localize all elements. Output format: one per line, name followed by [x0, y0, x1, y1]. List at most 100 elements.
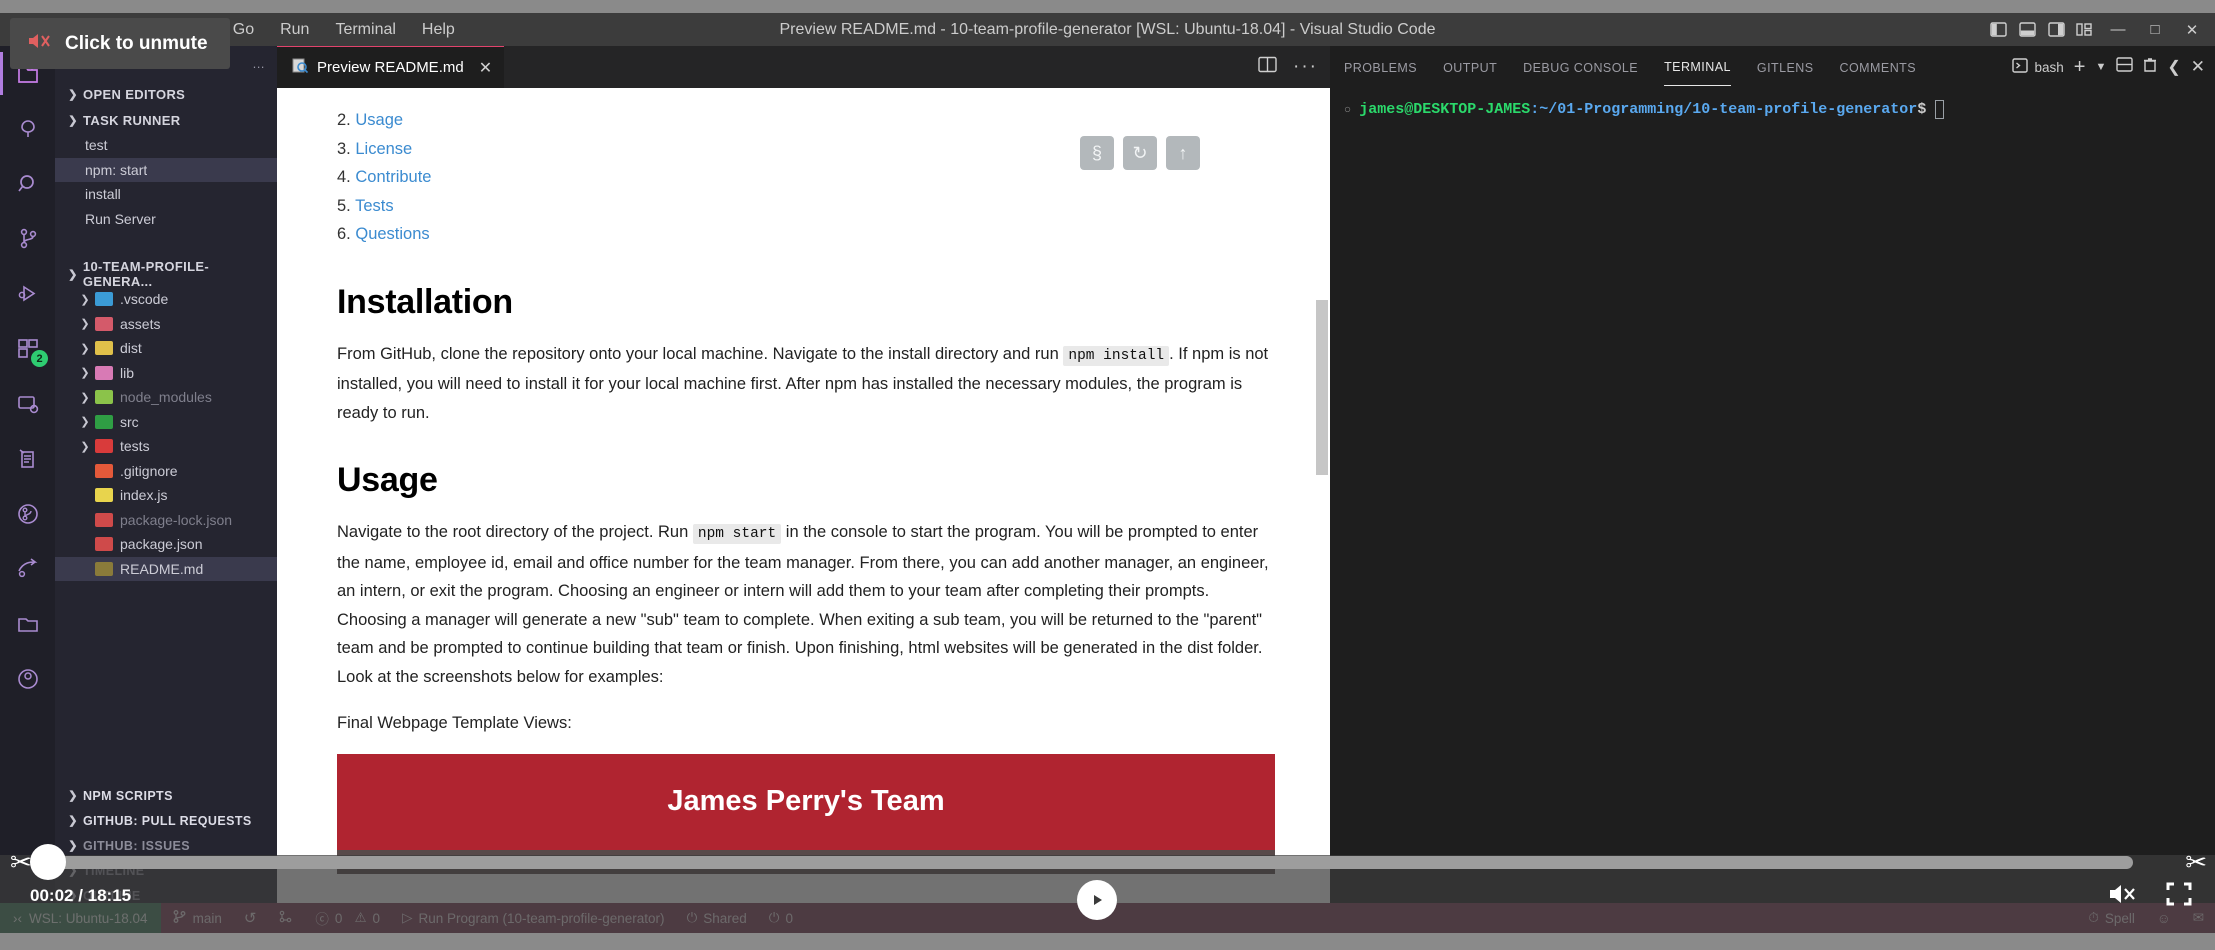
panel-tab-gitlens[interactable]: GITLENS	[1757, 49, 1814, 86]
trim-end-scissors-icon[interactable]: ✂	[2185, 847, 2207, 878]
activity-source-control-icon[interactable]	[0, 211, 55, 266]
trim-start-scissors-icon[interactable]: ✂	[10, 847, 32, 878]
task-runner-item-npm-start[interactable]: npm: start	[55, 157, 277, 182]
file-tree-item-dist[interactable]: ❯ dist	[55, 336, 277, 361]
panel-tab-problems[interactable]: PROBLEMS	[1344, 49, 1417, 86]
unmute-banner[interactable]: Click to unmute	[10, 18, 230, 69]
folder-icon	[95, 439, 113, 454]
editor-tab-preview-readme[interactable]: Preview README.md ✕	[277, 46, 505, 88]
task-runner-item-test[interactable]: test	[55, 133, 277, 158]
toc-link[interactable]: Tests	[355, 197, 394, 215]
progress-track[interactable]	[46, 855, 2133, 869]
panel-actions: bash + ▼ ❮ ✕	[2012, 46, 2205, 88]
progress-knob[interactable]	[30, 844, 66, 880]
file-tree-item-readme-md[interactable]: README.md	[55, 556, 277, 581]
activity-source-control-graph-icon[interactable]	[0, 101, 55, 156]
toc-link[interactable]: Questions	[355, 225, 429, 243]
folder-icon	[95, 341, 113, 356]
chevron-down-icon[interactable]: ▼	[2095, 61, 2106, 73]
editor-group: ··· Preview README.md ✕ ···	[155, 46, 1330, 933]
panel-tab-debug-console[interactable]: DEBUG CONSOLE	[1523, 49, 1638, 86]
unmute-label: Click to unmute	[65, 32, 208, 54]
toggle-secondary-sidebar-icon[interactable]	[2043, 17, 2069, 43]
editor-tab-label: Preview README.md	[317, 59, 464, 76]
terminal-shell-label: bash	[2034, 59, 2064, 75]
menu-item-run[interactable]: Run	[267, 18, 322, 42]
task-runner-item-install[interactable]: install	[55, 182, 277, 207]
javascript-file-icon	[95, 488, 113, 503]
toggle-panel-icon[interactable]	[2014, 17, 2040, 43]
toc-item-questions[interactable]: 6. Questions	[337, 220, 1275, 249]
toc-number: 2.	[337, 111, 351, 129]
toc-link[interactable]: Usage	[355, 111, 403, 129]
activity-search-icon[interactable]	[0, 156, 55, 211]
file-tree-item-src[interactable]: ❯ src	[55, 410, 277, 435]
window-close-button[interactable]: ✕	[2175, 15, 2209, 45]
refresh-button[interactable]: ↻	[1123, 136, 1157, 170]
activity-run-and-debug-icon[interactable]	[0, 266, 55, 321]
section-symbol-button[interactable]: §	[1080, 136, 1114, 170]
play-button[interactable]	[1077, 880, 1117, 920]
task-runner-item-run-server[interactable]: Run Server	[55, 207, 277, 232]
terminal-output[interactable]: ○ james@DESKTOP-JAMES :~/01-Programming/…	[1330, 88, 2215, 933]
panel-tab-comments[interactable]: COMMENTS	[1840, 49, 1917, 86]
file-tree-item-node-modules[interactable]: ❯ node_modules	[55, 385, 277, 410]
file-tree-item-vscode[interactable]: ❯ .vscode	[55, 287, 277, 312]
file-tree-item-tests[interactable]: ❯ tests	[55, 434, 277, 459]
scroll-to-top-button[interactable]: ↑	[1166, 136, 1200, 170]
activity-live-share-icon[interactable]	[0, 541, 55, 596]
json-file-icon	[95, 512, 113, 527]
heading-installation: Installation	[337, 282, 513, 321]
toc-link[interactable]: Contribute	[355, 168, 431, 186]
team-banner-title: James Perry's Team	[667, 785, 945, 817]
activity-folder-icon[interactable]	[0, 596, 55, 651]
activity-testing-icon[interactable]	[0, 431, 55, 486]
kill-terminal-icon[interactable]	[2143, 57, 2157, 78]
file-tree-item-index-js[interactable]: index.js	[55, 483, 277, 508]
editor-more-actions-icon[interactable]: ···	[1293, 56, 1318, 78]
activity-account-icon[interactable]	[0, 651, 55, 706]
activity-extensions-icon[interactable]: 2	[0, 321, 55, 376]
explorer-more-actions[interactable]: ...	[253, 57, 265, 71]
title-bar: ion View Go Run Terminal Help Preview RE…	[0, 13, 2215, 46]
window-maximize-button[interactable]: □	[2138, 15, 2172, 45]
toc-item-usage[interactable]: 2. Usage	[337, 106, 1275, 135]
terminal-shell-selector[interactable]: bash	[2012, 58, 2064, 76]
sidebar-section-project[interactable]: ❯ 10-TEAM-PROFILE-GENERA...	[55, 259, 277, 289]
preview-scrollbar[interactable]	[1316, 300, 1328, 475]
close-icon[interactable]: ✕	[479, 58, 492, 78]
fullscreen-button[interactable]	[2165, 881, 2193, 912]
activity-remote-explorer-icon[interactable]	[0, 376, 55, 431]
sidebar-section-github-pull-requests[interactable]: ❯ GITHUB: PULL REQUESTS	[55, 808, 277, 833]
folder-icon	[95, 316, 113, 331]
toc-link[interactable]: License	[355, 140, 412, 158]
window-minimize-button[interactable]: —	[2101, 15, 2135, 45]
player-right-controls	[2107, 881, 2193, 912]
customize-layout-icon[interactable]	[2072, 17, 2098, 43]
mute-button[interactable]	[2107, 881, 2137, 912]
file-tree-item-lib[interactable]: ❯ lib	[55, 361, 277, 386]
file-label: assets	[120, 315, 161, 332]
panel-tab-terminal[interactable]: TERMINAL	[1664, 48, 1731, 86]
menu-item-terminal[interactable]: Terminal	[322, 18, 408, 42]
file-tree-item-gitignore[interactable]: .gitignore	[55, 459, 277, 484]
panel-tab-output[interactable]: OUTPUT	[1443, 49, 1497, 86]
player-progress-bar[interactable]: ✂ ✂	[0, 844, 2215, 880]
file-tree-item-package-json[interactable]: package.json	[55, 532, 277, 557]
sidebar-section-open-editors[interactable]: ❯ OPEN EDITORS	[55, 81, 277, 107]
activity-bar: 2	[0, 46, 55, 933]
file-tree-item-assets[interactable]: ❯ assets	[55, 312, 277, 337]
close-panel-icon[interactable]: ✕	[2191, 57, 2205, 77]
split-editor-icon[interactable]	[1258, 56, 1277, 78]
sidebar-section-task-runner[interactable]: ❯ TASK RUNNER	[55, 107, 277, 133]
chevron-left-icon[interactable]: ❮	[2167, 57, 2180, 77]
toggle-primary-sidebar-icon[interactable]	[1985, 17, 2011, 43]
activity-gitlens-icon[interactable]	[0, 486, 55, 541]
sidebar-section-npm-scripts[interactable]: ❯ NPM SCRIPTS	[55, 783, 277, 808]
split-terminal-icon[interactable]	[2116, 57, 2134, 77]
menu-item-help[interactable]: Help	[409, 18, 468, 42]
file-tree-item-package-lock-json[interactable]: package-lock.json	[55, 508, 277, 533]
chevron-right-icon: ❯	[68, 790, 78, 802]
new-terminal-icon[interactable]: +	[2074, 56, 2086, 79]
toc-item-tests[interactable]: 5. Tests	[337, 192, 1275, 221]
